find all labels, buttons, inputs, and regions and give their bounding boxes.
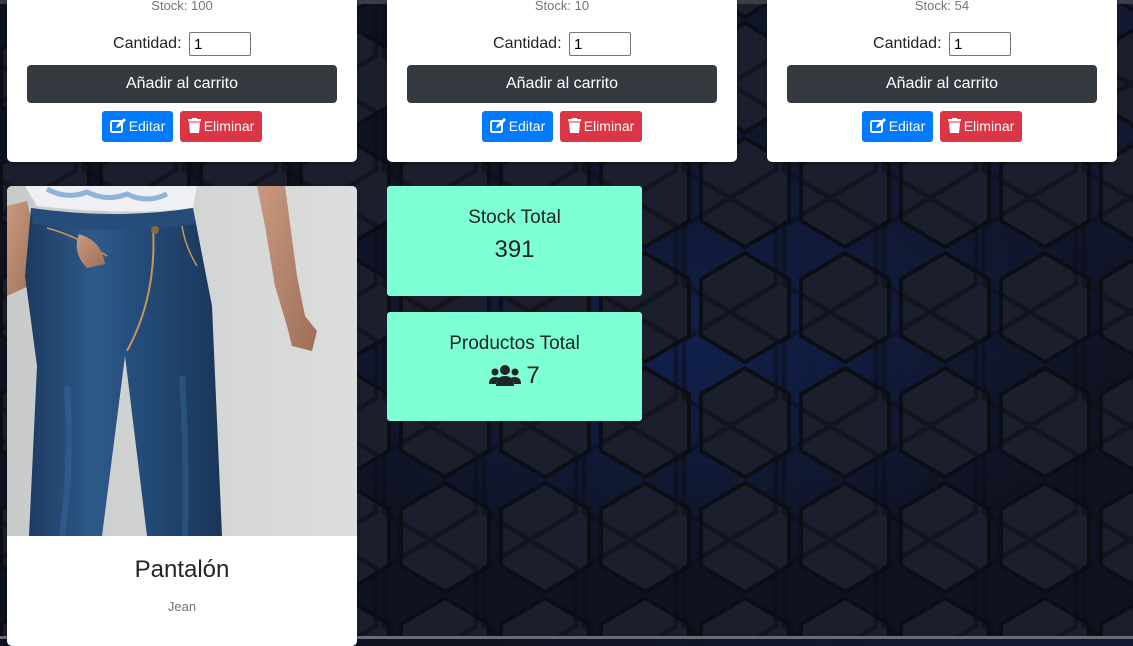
stock-total-card: Stock Total 391 xyxy=(387,186,642,296)
card-actions: Editar Eliminar xyxy=(767,111,1117,142)
product-subtitle: Jean xyxy=(167,599,197,614)
quantity-row: Cantidad: xyxy=(767,32,1117,56)
trash-icon xyxy=(187,118,201,133)
edit-icon xyxy=(489,118,506,133)
edit-label: Editar xyxy=(508,118,546,134)
edit-button[interactable]: Editar xyxy=(101,111,174,142)
productos-total-value: 7 xyxy=(526,362,540,389)
add-to-cart-button[interactable]: Añadir al carrito xyxy=(27,65,337,103)
delete-button[interactable]: Eliminar xyxy=(939,111,1023,142)
add-to-cart-button[interactable]: Añadir al carrito xyxy=(787,65,1097,103)
stock-text: Stock: 10 xyxy=(534,0,590,13)
quantity-input[interactable] xyxy=(188,32,251,56)
edit-label: Editar xyxy=(888,118,926,134)
quantity-row: Cantidad: xyxy=(387,32,737,56)
quantity-input[interactable] xyxy=(568,32,631,56)
card-actions: Editar Eliminar xyxy=(387,111,737,142)
stock-total-value: 391 xyxy=(494,236,535,263)
card-actions: Editar Eliminar xyxy=(7,111,357,142)
quantity-label: Cantidad: xyxy=(493,35,562,53)
edit-icon xyxy=(109,118,126,133)
productos-total-title: Productos Total xyxy=(449,333,580,354)
delete-label: Eliminar xyxy=(583,118,635,134)
productos-total-row: 7 xyxy=(387,362,642,390)
edit-button[interactable]: Editar xyxy=(861,111,934,142)
quantity-row: Cantidad: xyxy=(7,32,357,56)
product-card: Stock: 10 Cantidad: Añadir al carrito Ed… xyxy=(387,0,737,162)
quantity-label: Cantidad: xyxy=(113,35,182,53)
trash-icon xyxy=(567,118,581,133)
stock-text: Stock: 100 xyxy=(151,0,213,13)
stock-text: Stock: 54 xyxy=(914,0,970,13)
quantity-input[interactable] xyxy=(948,32,1011,56)
users-icon xyxy=(489,365,522,386)
add-to-cart-button[interactable]: Añadir al carrito xyxy=(407,65,717,103)
stock-total-title: Stock Total xyxy=(468,207,561,228)
delete-button[interactable]: Eliminar xyxy=(559,111,643,142)
trash-icon xyxy=(947,118,961,133)
product-image[interactable] xyxy=(7,186,357,536)
product-card: Stock: 100 Cantidad: Añadir al carrito E… xyxy=(7,0,357,162)
edit-icon xyxy=(869,118,886,133)
jeans-photo xyxy=(7,186,357,536)
productos-total-card: Productos Total 7 xyxy=(387,312,642,421)
product-title: Pantalón xyxy=(134,556,230,583)
delete-label: Eliminar xyxy=(963,118,1015,134)
product-card: Stock: 54 Cantidad: Añadir al carrito Ed… xyxy=(767,0,1117,162)
edit-button[interactable]: Editar xyxy=(481,111,554,142)
edit-label: Editar xyxy=(128,118,166,134)
delete-button[interactable]: Eliminar xyxy=(179,111,263,142)
quantity-label: Cantidad: xyxy=(873,35,942,53)
product-card-pantalon: Pantalón Jean xyxy=(7,186,357,646)
delete-label: Eliminar xyxy=(203,118,255,134)
